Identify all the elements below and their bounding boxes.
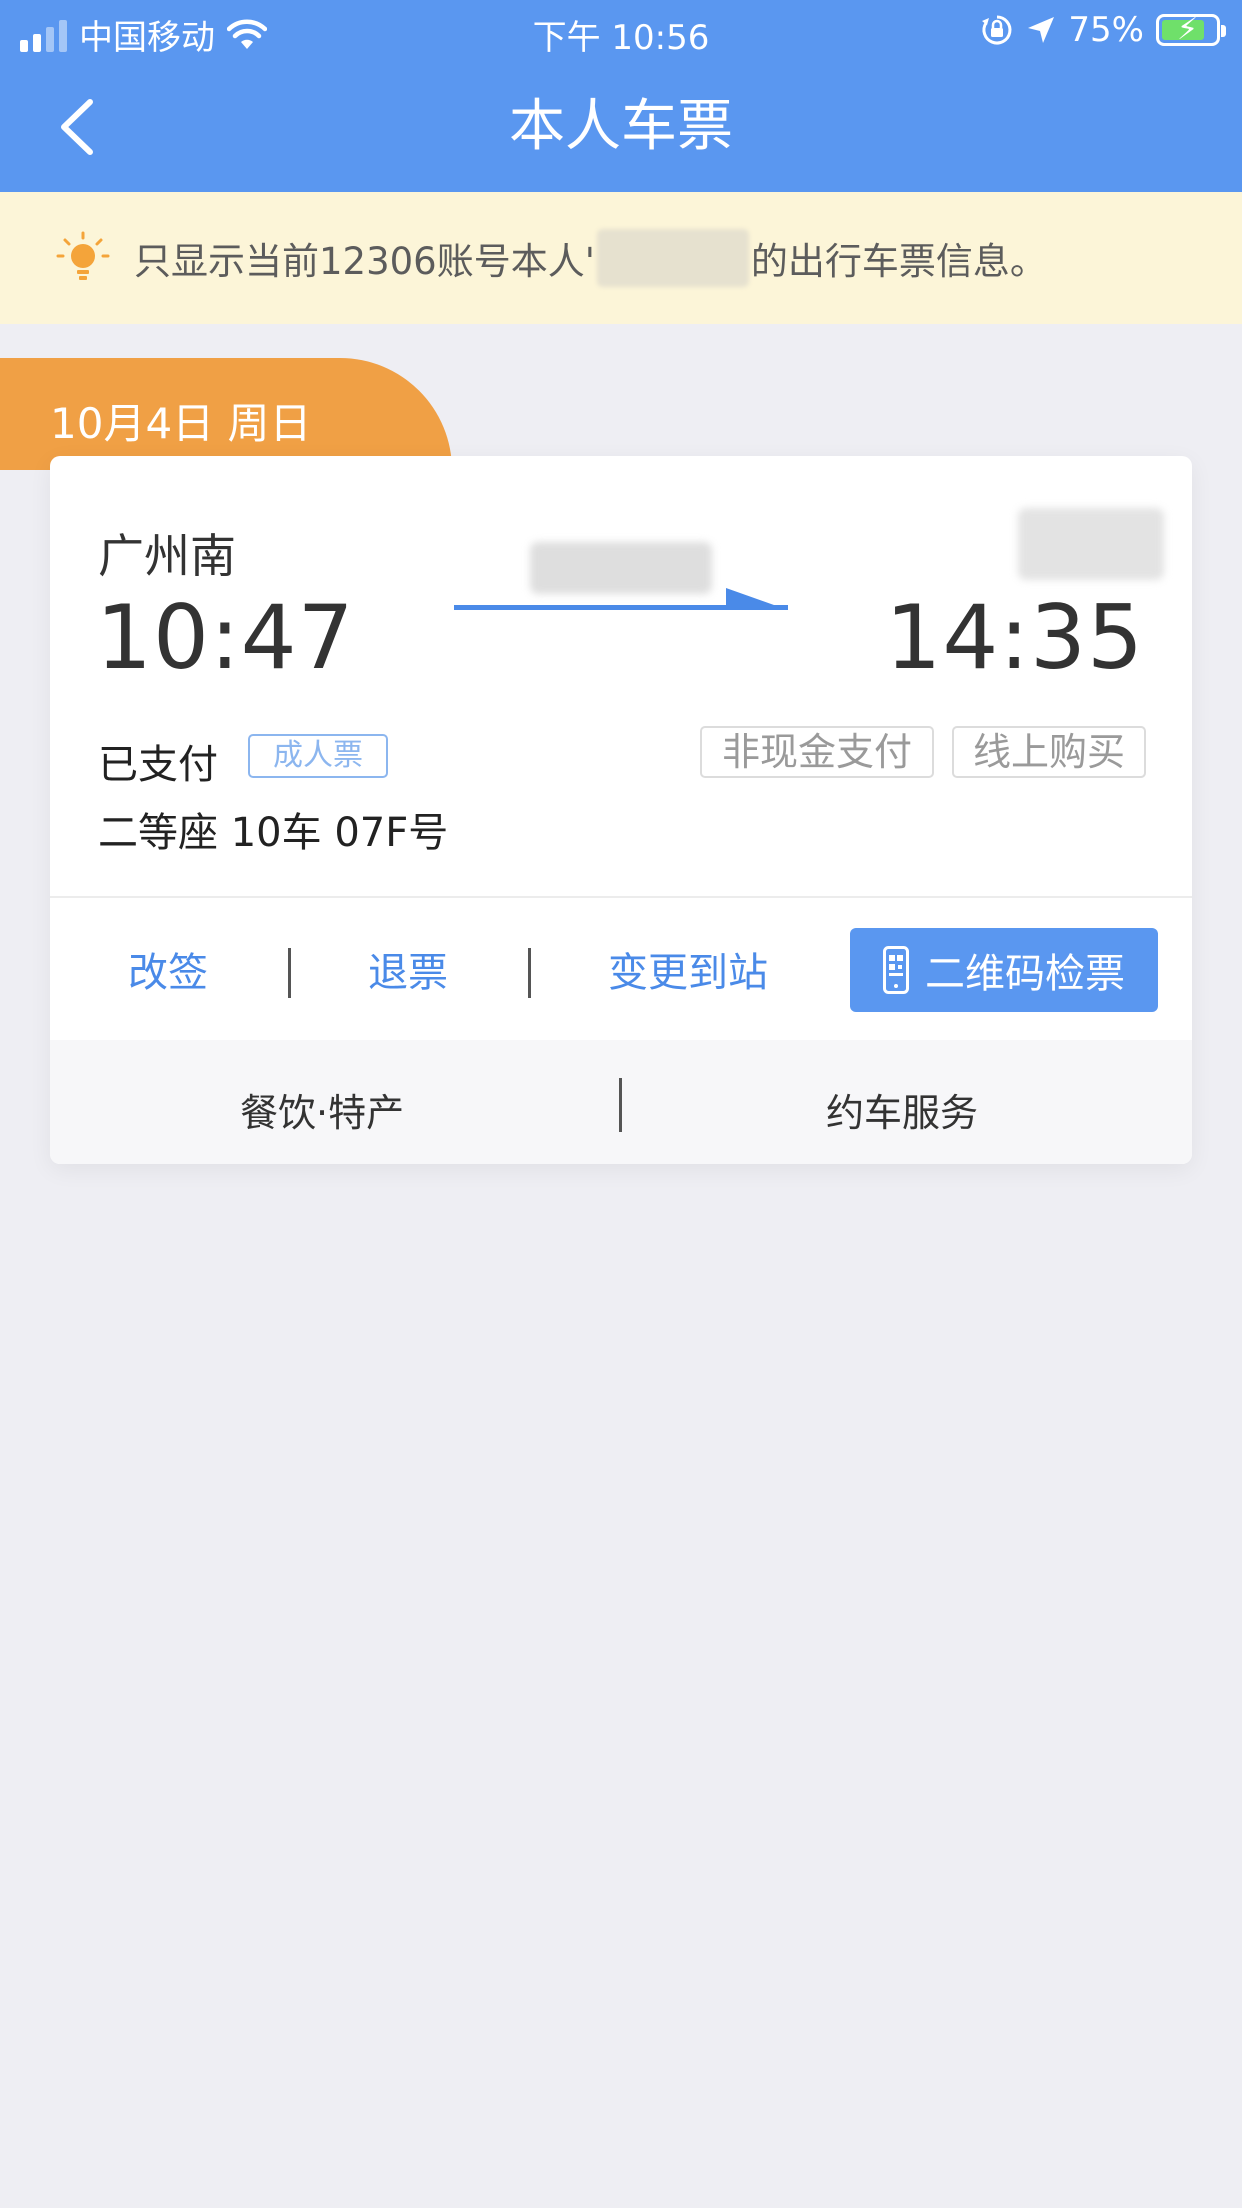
- ticket-type-badge: 成人票: [248, 734, 388, 778]
- service-separator: [619, 1078, 622, 1132]
- ride-service-button[interactable]: 约车服务: [826, 1082, 978, 1137]
- qr-check-label: 二维码检票: [925, 951, 1125, 997]
- date-tab: 10月4日 周日: [0, 358, 452, 470]
- seat-info: 二等座 10车 07F号: [98, 810, 449, 856]
- status-right: 75% ⚡: [980, 10, 1226, 50]
- service-row: 餐饮·特产 约车服务: [50, 1040, 1192, 1164]
- redacted-username: [596, 229, 749, 287]
- rotation-lock-icon: [982, 15, 1012, 45]
- battery-charging-icon: ⚡: [1156, 12, 1226, 47]
- notice-text-before: 只显示当前12306账号本人': [134, 240, 595, 283]
- change-ticket-button[interactable]: 改签: [128, 940, 208, 998]
- location-icon: [1028, 17, 1055, 43]
- notice-banner: 只显示当前12306账号本人' 的出行车票信息。: [0, 192, 1242, 324]
- route-arrow-icon: [454, 588, 788, 610]
- redacted-train-number: [530, 542, 712, 594]
- phone-qr-icon: [883, 946, 909, 994]
- qr-check-button[interactable]: 二维码检票: [850, 928, 1158, 1012]
- payment-status: 已支付: [98, 742, 218, 788]
- redacted-arrival-station: [1018, 508, 1164, 580]
- battery-percent: 75%: [1068, 10, 1144, 50]
- notice-text: 只显示当前12306账号本人' 的出行车票信息。: [134, 229, 1047, 287]
- refund-button[interactable]: 退票: [368, 940, 448, 998]
- arrival-time: 14:35: [885, 586, 1144, 689]
- departure-time: 10:47: [96, 586, 355, 689]
- ticket-card[interactable]: 广州南 10:47 14:35 已支付 成人票 非现金支付 线上购买 二等座 1…: [50, 456, 1192, 1164]
- change-destination-button[interactable]: 变更到站: [608, 940, 768, 998]
- action-separator: [288, 948, 291, 998]
- action-separator: [528, 948, 531, 998]
- ticket-actions: 改签 退票 变更到站 二维码检票: [50, 898, 1192, 1040]
- status-bar: 中国移动 下午 10:56 75% ⚡: [0, 0, 1242, 62]
- departure-station: 广州南: [98, 529, 236, 583]
- page-title: 本人车票: [509, 94, 733, 159]
- notice-text-after: 的出行车票信息。: [750, 240, 1047, 283]
- app-header: 中国移动 下午 10:56 75% ⚡ 本人车票: [0, 0, 1242, 192]
- purchase-channel-badge: 线上购买: [952, 726, 1146, 778]
- travel-date: 10月4日 周日: [50, 399, 312, 448]
- payment-method-badge: 非现金支付: [700, 726, 934, 778]
- lightbulb-icon: [56, 231, 110, 280]
- catering-service-button[interactable]: 餐饮·特产: [240, 1082, 404, 1137]
